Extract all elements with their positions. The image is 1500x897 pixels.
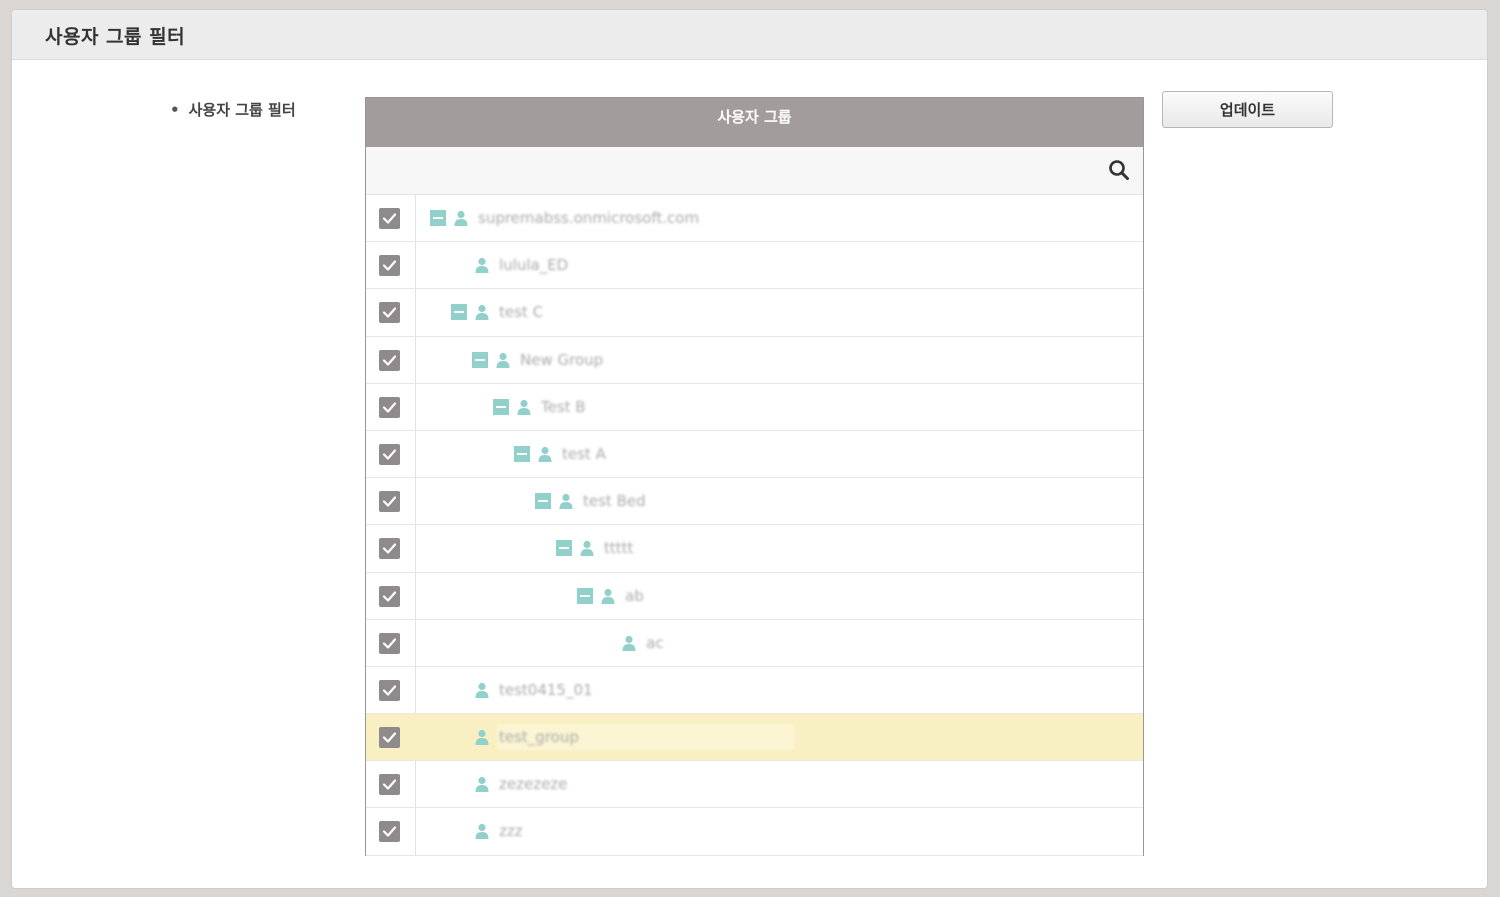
collapse-minus-icon[interactable] — [556, 540, 572, 557]
tree-node-label[interactable]: test C — [499, 303, 543, 321]
collapse-minus-icon[interactable] — [535, 493, 551, 510]
checkbox-checked-icon[interactable] — [379, 491, 400, 513]
tree-node-label[interactable]: test A — [562, 445, 606, 463]
field-label-text: 사용자 그룹 필터 — [188, 101, 296, 119]
tree-node-label[interactable]: test_group — [497, 724, 794, 751]
checkbox-checked-icon[interactable] — [379, 255, 400, 277]
tree-node: test_group — [474, 714, 794, 760]
tree-node: zezezeze — [474, 761, 567, 807]
user-group-table-header: 사용자 그룹 — [366, 98, 1143, 147]
search-icon[interactable] — [1107, 158, 1131, 182]
tree-node-label[interactable]: New Group — [520, 351, 603, 369]
bullet: • — [170, 101, 180, 119]
tree-row[interactable]: test_group — [366, 714, 1143, 762]
group-tree-list: supremabss.onmicrosoft.com lulula_EDtest … — [366, 195, 1143, 856]
person-icon — [517, 399, 531, 415]
person-icon — [475, 729, 489, 746]
checkbox-checked-icon[interactable] — [379, 538, 400, 560]
checkbox-checked-icon[interactable] — [379, 727, 400, 749]
tree-node: test0415_01 — [474, 667, 593, 713]
checkbox-checked-icon[interactable] — [379, 585, 400, 607]
tree-row[interactable]: test C — [366, 289, 1143, 337]
person-icon — [475, 777, 489, 793]
tree-node-label[interactable]: ac — [646, 634, 663, 652]
user-group-table: 사용자 그룹 supremabss.onmicrosoft.com lulula_… — [365, 97, 1144, 856]
panel-title: 사용자 그룹 필터 — [45, 26, 186, 48]
person-icon — [475, 824, 489, 840]
tree-row[interactable]: test Bed — [366, 478, 1143, 526]
tree-node-label[interactable]: lulula_ED — [499, 256, 568, 274]
checkbox-checked-icon[interactable] — [379, 443, 400, 465]
tree-row[interactable]: Test B — [366, 384, 1143, 431]
collapse-minus-icon[interactable] — [493, 398, 509, 415]
tree-row[interactable]: test A — [366, 431, 1143, 479]
person-icon — [475, 305, 489, 321]
checkbox-checked-icon[interactable] — [379, 821, 400, 843]
tree-row[interactable]: zzz — [366, 808, 1143, 856]
person-icon — [580, 541, 594, 557]
tree-node-label[interactable]: zzz — [499, 822, 523, 840]
person-icon — [559, 494, 573, 510]
tree-row[interactable]: lulula_ED — [366, 242, 1143, 290]
tree-node: Test B — [493, 384, 586, 430]
panel-header: 사용자 그룹 필터 — [12, 10, 1487, 60]
person-icon — [475, 258, 489, 274]
tree-row[interactable]: ac — [366, 620, 1143, 667]
collapse-minus-icon[interactable] — [430, 210, 446, 226]
tree-row[interactable]: zezezeze — [366, 761, 1143, 809]
search-bar[interactable] — [366, 147, 1143, 195]
person-icon — [475, 682, 489, 698]
tree-node-label[interactable]: test Bed — [583, 492, 646, 510]
tree-node: test A — [514, 431, 606, 477]
tree-node: zzz — [474, 808, 523, 854]
tree-row[interactable]: ttttt — [366, 525, 1143, 573]
tree-node-label[interactable]: ab — [625, 587, 644, 605]
field-label: • 사용자 그룹 필터 — [170, 99, 296, 120]
tree-node-label[interactable]: zezezeze — [499, 775, 567, 793]
tree-node: supremabss.onmicrosoft.com — [430, 195, 699, 241]
tree-row[interactable]: New Group — [366, 337, 1143, 384]
checkbox-checked-icon[interactable] — [379, 632, 400, 654]
tree-node-label[interactable]: Test B — [541, 398, 586, 416]
person-icon — [622, 635, 636, 651]
collapse-minus-icon[interactable] — [472, 351, 488, 368]
tree-node: ac — [621, 620, 663, 666]
person-icon — [601, 588, 615, 604]
tree-node: ttttt — [556, 525, 633, 571]
checkbox-checked-icon[interactable] — [379, 208, 400, 229]
person-icon — [496, 352, 510, 368]
tree-node-label[interactable]: test0415_01 — [499, 681, 593, 699]
checkbox-checked-icon[interactable] — [379, 349, 400, 371]
tree-node: New Group — [472, 337, 603, 383]
person-icon — [454, 210, 468, 226]
person-icon — [538, 446, 552, 462]
tree-row[interactable]: supremabss.onmicrosoft.com — [366, 195, 1143, 243]
checkbox-checked-icon[interactable] — [379, 396, 400, 418]
tree-row[interactable]: ab — [366, 573, 1143, 620]
user-group-filter-panel: 사용자 그룹 필터 • 사용자 그룹 필터 사용자 그룹 supremabss.o… — [11, 9, 1488, 889]
tree-row[interactable]: test0415_01 — [366, 667, 1143, 715]
collapse-minus-icon[interactable] — [577, 587, 593, 604]
tree-node: test C — [451, 289, 543, 335]
tree-node-label[interactable]: ttttt — [604, 539, 633, 557]
collapse-minus-icon[interactable] — [451, 304, 467, 321]
tree-node: test Bed — [535, 478, 646, 524]
collapse-minus-icon[interactable] — [514, 445, 530, 462]
tree-node-label[interactable]: supremabss.onmicrosoft.com — [478, 209, 699, 227]
tree-node: ab — [577, 573, 644, 619]
tree-node: lulula_ED — [474, 242, 568, 288]
update-button[interactable]: 업데이트 — [1162, 91, 1333, 128]
checkbox-checked-icon[interactable] — [379, 774, 400, 796]
checkbox-checked-icon[interactable] — [379, 679, 400, 701]
checkbox-checked-icon[interactable] — [379, 302, 400, 324]
